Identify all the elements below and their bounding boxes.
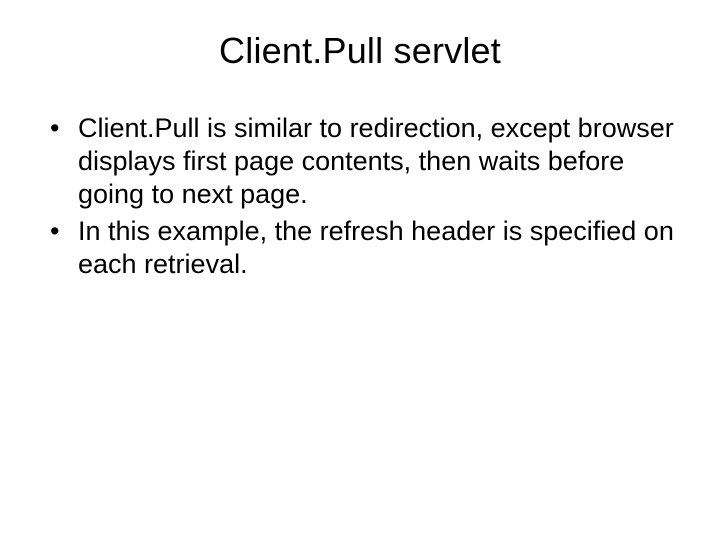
slide: Client.Pull servlet Client.Pull is simil… [0, 0, 720, 540]
bullet-item: In this example, the refresh header is s… [44, 215, 680, 281]
slide-title: Client.Pull servlet [40, 30, 680, 72]
bullet-item: Client.Pull is similar to redirection, e… [44, 112, 680, 211]
bullet-list: Client.Pull is similar to redirection, e… [40, 112, 680, 281]
